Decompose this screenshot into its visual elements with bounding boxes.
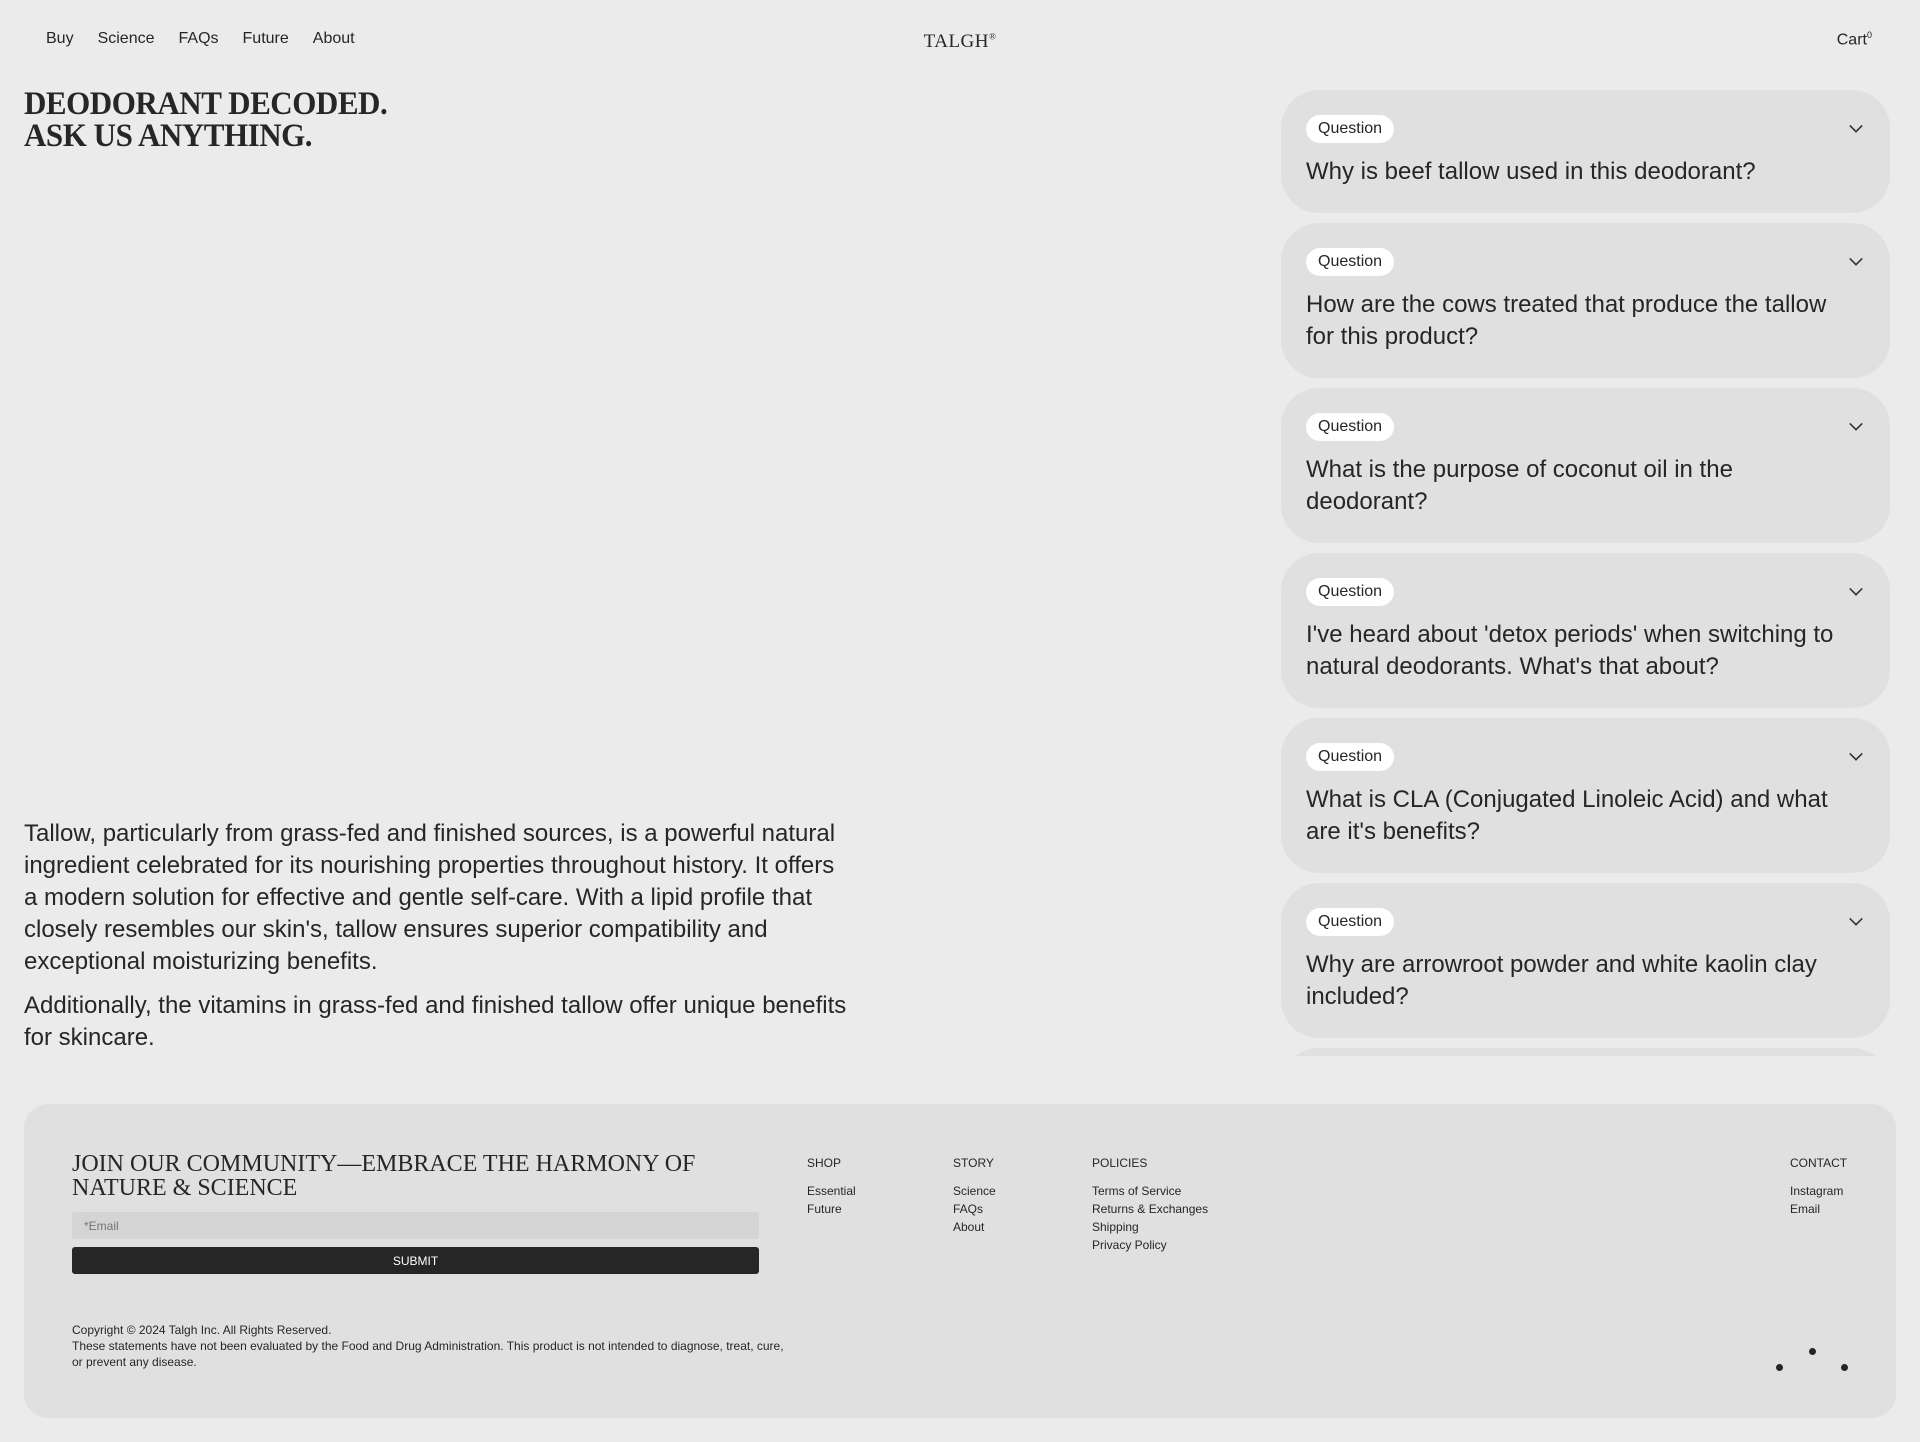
footer-link[interactable]: Email <box>1790 1200 1847 1218</box>
question-text: How are the cows treated that produce th… <box>1306 291 1827 350</box>
question-text: Why are arrowroot powder and white kaoli… <box>1306 951 1817 1010</box>
footer-link[interactable]: Future <box>807 1200 856 1218</box>
nav-future[interactable]: Future <box>243 30 289 48</box>
nav-science[interactable]: Science <box>98 30 155 48</box>
logo-dot-icon <box>1776 1364 1783 1371</box>
nav-faqs[interactable]: FAQs <box>179 30 219 48</box>
chevron-down-icon[interactable] <box>1849 119 1863 133</box>
question-tag: Question <box>1306 115 1395 143</box>
logo-link[interactable]: TALGH® <box>924 31 997 52</box>
footer-col-policies: POLICIES Terms of Service Returns & Exch… <box>1092 1154 1208 1254</box>
chevron-down-icon[interactable] <box>1849 747 1863 761</box>
faq-item[interactable]: Question Why are arrowroot powder and whi… <box>1281 883 1890 1038</box>
page-title: DEODORANT DECODED. ASK US ANYTHING. <box>24 86 388 154</box>
footer-link[interactable]: Shipping <box>1092 1218 1208 1236</box>
logo-text: TALGH <box>923 31 989 52</box>
question-tag: Question <box>1306 908 1395 936</box>
faq-item-partial[interactable] <box>1281 1048 1890 1056</box>
question-tag: Question <box>1306 743 1395 771</box>
nav-about[interactable]: About <box>313 30 355 48</box>
footer-col-contact: CONTACT Instagram Email <box>1790 1154 1847 1218</box>
question-text: What is CLA (Conjugated Linoleic Acid) a… <box>1306 786 1828 845</box>
chevron-down-icon[interactable] <box>1849 582 1863 596</box>
logo-dot-icon <box>1841 1364 1848 1371</box>
col-heading: POLICIES <box>1092 1156 1148 1170</box>
question-text: What is the purpose of coconut oil in th… <box>1306 456 1733 515</box>
faq-item[interactable]: Question Why is beef tallow used in this … <box>1281 90 1890 213</box>
footer-link[interactable]: Terms of Service <box>1092 1182 1208 1200</box>
footer-link[interactable]: FAQs <box>953 1200 996 1218</box>
cart-count: 0 <box>1866 30 1872 40</box>
chevron-down-icon[interactable] <box>1849 252 1863 266</box>
question-tag: Question <box>1306 413 1395 441</box>
question-tag: Question <box>1306 578 1395 606</box>
title-line-2: ASK US ANYTHING. <box>24 118 313 154</box>
chevron-down-icon[interactable] <box>1849 417 1863 431</box>
question-text: Why is beef tallow used in this deodoran… <box>1306 158 1756 185</box>
col-heading: SHOP <box>807 1156 842 1170</box>
question-tag: Question <box>1306 248 1395 276</box>
logo-mark: ® <box>989 31 997 42</box>
col-heading: CONTACT <box>1790 1156 1848 1170</box>
footer-link[interactable]: Essential <box>807 1182 856 1200</box>
fda-disclaimer: These statements have not been evaluated… <box>72 1339 784 1369</box>
intro-paragraph-2: Additionally, the vitamins in grass-fed … <box>24 992 847 1051</box>
col-heading: STORY <box>953 1156 994 1170</box>
logo-dot-icon <box>1809 1348 1816 1355</box>
main-nav: Buy Science FAQs Future About <box>46 30 355 48</box>
submit-button[interactable]: SUBMIT <box>72 1247 759 1274</box>
footer-link[interactable]: Instagram <box>1790 1182 1847 1200</box>
question-text: I've heard about 'detox periods' when sw… <box>1306 621 1834 680</box>
cart-label: Cart <box>1836 31 1867 49</box>
intro-paragraph-1: Tallow, particularly from grass-fed and … <box>24 820 836 975</box>
faq-item[interactable]: Question How are the cows treated that pr… <box>1281 223 1890 378</box>
nav-buy[interactable]: Buy <box>46 30 74 48</box>
cart-link[interactable]: Cart0 <box>1837 30 1872 49</box>
copyright: Copyright © 2024 Talgh Inc. All Rights R… <box>72 1323 332 1337</box>
footer-link[interactable]: About <box>953 1218 996 1236</box>
faq-item[interactable]: Question I've heard about 'detox periods'… <box>1281 553 1890 708</box>
footer-link[interactable]: Science <box>953 1182 996 1200</box>
footer: JOIN OUR COMMUNITY—EMBRACE THE HARMONY O… <box>24 1104 1896 1418</box>
faq-list[interactable]: Question Why is beef tallow used in this … <box>1281 90 1890 1056</box>
footer-col-shop: SHOP Essential Future <box>807 1154 856 1218</box>
faq-item[interactable]: Question What is the purpose of coconut o… <box>1281 388 1890 543</box>
title-line-1: DEODORANT DECODED. <box>24 86 388 122</box>
footer-link[interactable]: Returns & Exchanges <box>1092 1200 1208 1218</box>
footer-link[interactable]: Privacy Policy <box>1092 1236 1208 1254</box>
footer-col-story: STORY Science FAQs About <box>953 1154 996 1236</box>
newsletter-heading: JOIN OUR COMMUNITY—EMBRACE THE HARMONY O… <box>72 1151 696 1201</box>
faq-item[interactable]: Question What is CLA (Conjugated Linoleic… <box>1281 718 1890 873</box>
email-input[interactable] <box>72 1212 759 1239</box>
legal-text: Copyright © 2024 Talgh Inc. All Rights R… <box>72 1322 792 1370</box>
intro-text: Tallow, particularly from grass-fed and … <box>24 818 854 1066</box>
chevron-down-icon[interactable] <box>1849 912 1863 926</box>
